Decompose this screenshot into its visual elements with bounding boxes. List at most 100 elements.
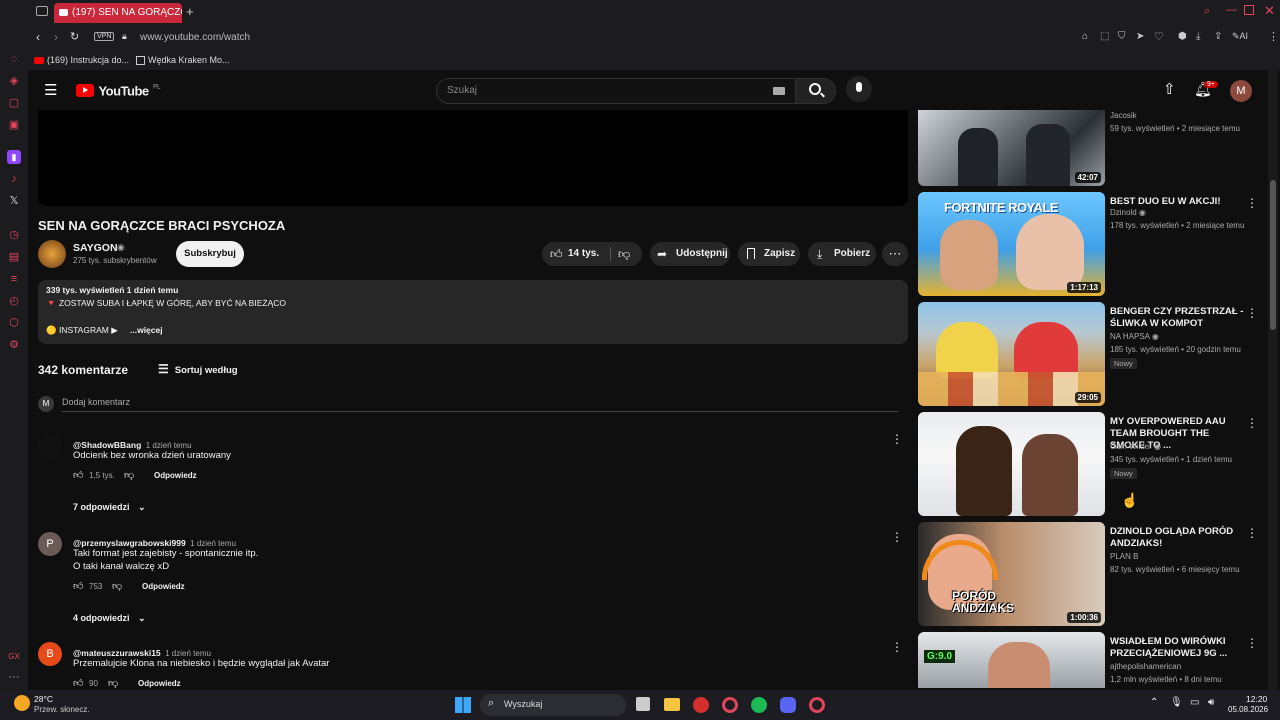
more-actions-button[interactable]: ⋯	[882, 242, 908, 266]
comment-avatar[interactable]: P	[38, 532, 62, 556]
comment-author[interactable]: @ShadowBBang	[73, 440, 141, 450]
comment-time[interactable]: 1 dzień temu	[146, 441, 192, 450]
send-icon[interactable]: ➤	[1136, 31, 1144, 42]
sort-button[interactable]: ☰ Sortuj według	[158, 362, 238, 376]
rec-channel[interactable]: PLAN B	[1110, 552, 1138, 561]
clock-date[interactable]: 05.08.2026	[1228, 705, 1268, 714]
recommendation-item[interactable]: FORTNITE ROYALE 1:17:13 BEST DUO EU W AK…	[918, 192, 1273, 296]
twitch-icon[interactable]: ▮	[7, 150, 21, 164]
thumbs-down-icon[interactable]: 👎︎	[618, 242, 630, 266]
recommendation-item[interactable]: PORÓD ANDZIAKS 1:00:36 DZINOLD OGLĄDA PO…	[918, 522, 1273, 626]
recommendation-item[interactable]: MY OVERPOWERED AAU TEAM BROUGHT THE SMOK…	[918, 412, 1273, 516]
sidebar-list-icon[interactable]: ≡	[7, 272, 21, 286]
comment-dislike-icon[interactable]: 👎︎	[108, 677, 118, 689]
sidebar-more-icon[interactable]: ···	[7, 670, 21, 684]
share-button[interactable]: ➦ Udostępnij	[650, 242, 730, 266]
vpn-badge[interactable]: VPN	[94, 32, 115, 41]
rec-more-icon[interactable]: ⋮	[1246, 416, 1258, 430]
tab-active[interactable]: (197) SEN NA GORĄCZCE B	[54, 3, 182, 23]
comment-author[interactable]: @przemyslawgrabowski999	[73, 538, 186, 548]
close-window-icon[interactable]: ✕	[1264, 3, 1275, 19]
video-thumbnail[interactable]: 29:05	[918, 302, 1105, 406]
save-button[interactable]: Zapisz	[738, 242, 800, 266]
tab-switcher-icon[interactable]	[36, 6, 48, 16]
comment-time[interactable]: 1 dzień temu	[165, 649, 211, 658]
search-tabs-icon[interactable]: ⌕	[1204, 5, 1210, 18]
share-icon[interactable]: ⇪	[1214, 31, 1222, 42]
microphone-tray-icon[interactable]: 🎙︎	[1170, 697, 1183, 708]
app-red-icon[interactable]	[693, 697, 709, 713]
sidebar-ai-icon[interactable]: ◈	[7, 74, 21, 88]
download-icon[interactable]: ⤓	[1196, 31, 1200, 42]
video-thumbnail[interactable]: G:9.0	[918, 632, 1105, 688]
opera-gx-taskbar-icon[interactable]	[809, 697, 825, 713]
bookmark-item[interactable]: Wędka Kraken Mo...	[136, 55, 230, 66]
sidebar-mail-icon[interactable]: ▣	[7, 118, 21, 132]
comment-dislike-icon[interactable]: 👎︎	[124, 469, 134, 481]
tray-chevron-icon[interactable]: ⌃	[1150, 697, 1158, 708]
maximize-icon[interactable]	[1244, 5, 1254, 15]
comment-more-icon[interactable]: ⋮	[891, 640, 903, 654]
reload-icon[interactable]: ↻	[70, 30, 79, 43]
taskbar-search[interactable]: ⌕ Wyszukaj	[480, 694, 626, 716]
sidebar-settings-icon[interactable]: ⚙	[7, 338, 21, 352]
video-thumbnail[interactable]	[918, 412, 1105, 516]
recommendation-item[interactable]: 42:07 Jacosik 59 tys. wyświetleń • 2 mie…	[918, 82, 1273, 188]
extensions-icon[interactable]: ⬢	[1178, 31, 1187, 42]
weather-icon[interactable]	[14, 695, 30, 711]
comment-dislike-icon[interactable]: 👎︎	[112, 580, 122, 592]
forward-icon[interactable]: ›	[54, 30, 58, 44]
replies-toggle[interactable]: 4 odpowiedzi ⌄	[73, 613, 146, 624]
back-icon[interactable]: ‹	[36, 30, 40, 44]
video-player[interactable]	[38, 110, 908, 206]
scrollbar-thumb[interactable]	[1270, 180, 1276, 330]
bookmark-item[interactable]: (169) Instrukcja do...	[34, 55, 129, 65]
video-thumbnail[interactable]: FORTNITE ROYALE 1:17:13	[918, 192, 1105, 296]
file-explorer-icon[interactable]	[664, 698, 680, 711]
bookmark-icon[interactable]: ⌂	[1082, 31, 1088, 42]
comment-more-icon[interactable]: ⋮	[891, 530, 903, 544]
windows-start-icon[interactable]	[455, 697, 471, 713]
shield-icon[interactable]: ⛉	[1118, 31, 1126, 42]
like-button[interactable]: 👍︎ 14 tys. 👎︎	[542, 242, 642, 266]
reply-button[interactable]: Odpowiedz	[154, 471, 197, 480]
x-icon[interactable]: 𝕏	[7, 194, 21, 208]
network-icon[interactable]: ▭	[1190, 697, 1199, 708]
sidebar-cube-icon[interactable]: ⬡	[7, 316, 21, 330]
page-scrollbar[interactable]	[1268, 70, 1278, 690]
opera-gx-taskbar-icon[interactable]	[722, 697, 738, 713]
search-input[interactable]: Szukaj	[436, 78, 796, 104]
reply-button[interactable]: Odpowiedz	[142, 582, 185, 591]
rec-channel[interactable]: Cam Wilder ◉	[1110, 442, 1161, 451]
download-button[interactable]: ⤓ Pobierz	[808, 242, 876, 266]
comment-time[interactable]: 1 dzień temu	[190, 539, 236, 548]
rec-more-icon[interactable]: ⋮	[1246, 196, 1258, 210]
new-tab-button[interactable]: +	[186, 4, 194, 19]
sidebar-clock-icon[interactable]: ◷	[7, 228, 21, 242]
channel-avatar[interactable]	[38, 240, 66, 268]
comment-like-icon[interactable]: 👍︎	[73, 580, 83, 592]
menu-icon[interactable]: ⋮	[1268, 30, 1279, 43]
description-box[interactable]: 339 tys. wyświetleń 1 dzień temu 🔻 ZOSTA…	[38, 280, 908, 344]
voice-search-button[interactable]	[846, 76, 872, 102]
recommendation-item[interactable]: 29:05 BENGER CZY PRZESTRZAŁ - ŚLIWKA W K…	[918, 302, 1273, 406]
spotify-icon[interactable]	[751, 697, 767, 713]
rec-channel[interactable]: Dzinold ◉	[1110, 208, 1146, 217]
minimize-icon[interactable]: —	[1226, 4, 1237, 16]
video-thumbnail[interactable]: PORÓD ANDZIAKS 1:00:36	[918, 522, 1105, 626]
sidebar-gx-icon[interactable]: GX	[7, 650, 21, 664]
rec-channel[interactable]: NA HAPSA ◉	[1110, 332, 1159, 341]
subscribe-button[interactable]: Subskrybuj	[176, 241, 244, 267]
search-button[interactable]	[796, 78, 836, 104]
url-field[interactable]: www.youtube.com/watch	[140, 32, 250, 43]
replies-toggle[interactable]: 7 odpowiedzi ⌄	[73, 502, 146, 513]
volume-icon[interactable]: 🔊︎	[1208, 697, 1214, 708]
comment-like-icon[interactable]: 👍︎	[73, 677, 83, 689]
channel-name[interactable]: SAYGON	[73, 242, 118, 254]
comment-like-icon[interactable]: 👍︎	[73, 469, 83, 481]
rec-title[interactable]: BEST DUO EU W AKCJI!	[1110, 196, 1245, 208]
discord-icon[interactable]	[780, 697, 796, 713]
heart-icon[interactable]: ♡	[1154, 30, 1164, 43]
add-comment-input[interactable]: Dodaj komentarz	[62, 397, 130, 407]
sidebar-messenger-icon[interactable]: ▢	[7, 96, 21, 110]
